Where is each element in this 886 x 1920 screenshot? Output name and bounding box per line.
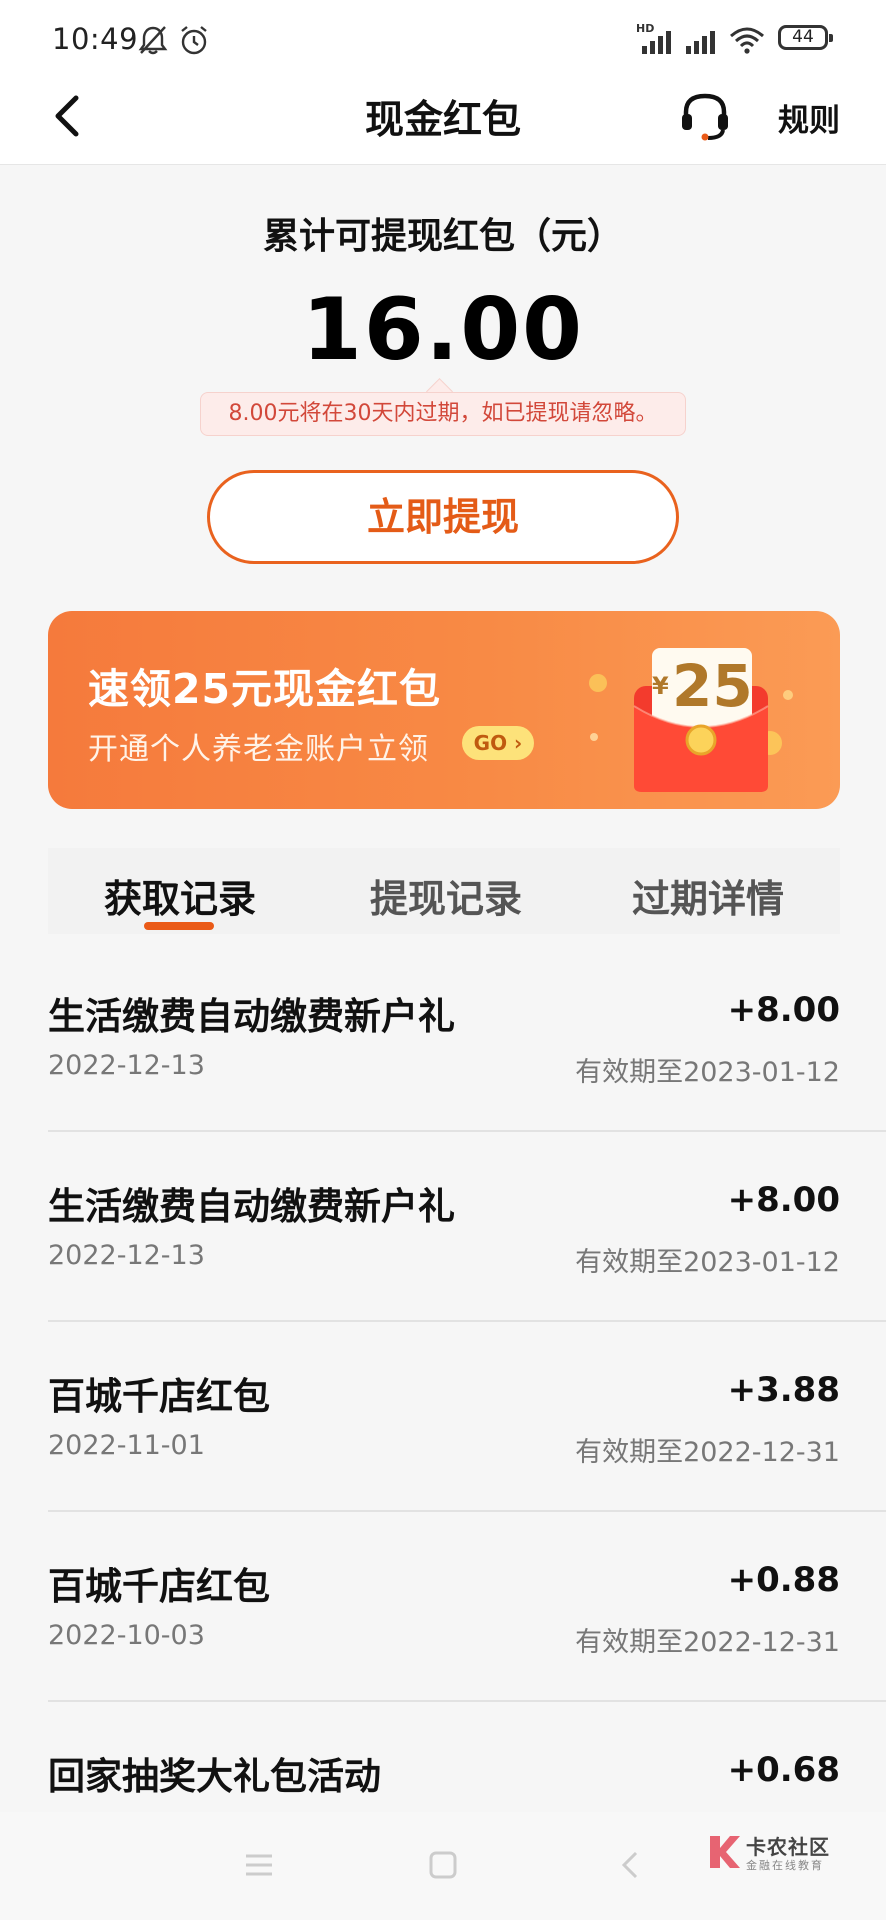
promo-subtitle: 开通个人养老金账户立领: [88, 732, 429, 767]
list-divider: [48, 1320, 886, 1322]
record-expiry: 有效期至2022-12-31: [575, 1627, 840, 1658]
watermark-tagline: 金融在线教育: [746, 1859, 824, 1872]
home-icon[interactable]: [428, 1850, 458, 1880]
balance-amount: 16.00: [301, 280, 585, 380]
tab-withdraw-records[interactable]: 提现记录: [370, 868, 522, 923]
go-button[interactable]: GO ›: [462, 726, 534, 760]
alarm-icon: [181, 26, 207, 55]
nav-back-icon[interactable]: [618, 1850, 642, 1880]
record-amount: +8.00: [727, 1180, 840, 1220]
record-title: 百城千店红包: [48, 1375, 270, 1418]
record-amount: +3.88: [727, 1370, 840, 1410]
record-date: 2022-10-03: [48, 1620, 205, 1651]
wifi-icon: [730, 27, 764, 54]
status-time: 10:49: [52, 22, 139, 56]
kanong-logo-icon: [710, 1836, 740, 1868]
menu-icon[interactable]: [244, 1852, 274, 1878]
list-divider: [48, 1700, 886, 1702]
record-expiry: 有效期至2022-12-31: [575, 1437, 840, 1468]
active-tab-indicator: [144, 922, 214, 930]
record-expiry: 有效期至2023-01-12: [575, 1247, 840, 1278]
record-amount: +0.88: [727, 1560, 840, 1600]
page-title: 现金红包: [364, 98, 521, 143]
promo-title: 速领25元现金红包: [88, 665, 442, 713]
signal-icon: [642, 31, 671, 54]
withdraw-button[interactable]: 立即提现: [207, 470, 679, 564]
expiry-notice: 8.00元将在30天内过期，如已提现请忽略。: [200, 392, 686, 436]
list-divider: [48, 1510, 886, 1512]
tab-expired-details[interactable]: 过期详情: [632, 868, 784, 923]
battery-indicator: 44: [778, 25, 833, 50]
bell-off-icon: [138, 26, 168, 55]
customer-service-icon[interactable]: [678, 90, 732, 142]
record-title: 生活缴费自动缴费新户礼: [48, 995, 455, 1038]
record-date: 2022-12-13: [48, 1050, 205, 1081]
tab-acquired-records[interactable]: 获取记录: [104, 868, 256, 923]
balance-label: 累计可提现红包（元）: [262, 216, 623, 257]
signal-icon-2: [686, 31, 715, 54]
record-title: 生活缴费自动缴费新户礼: [48, 1185, 455, 1228]
record-title: 百城千店红包: [48, 1565, 270, 1608]
watermark-name: 卡农社区: [746, 1835, 830, 1859]
record-title: 回家抽奖大礼包活动: [48, 1755, 381, 1798]
go-label: GO: [473, 731, 508, 755]
record-date: 2022-12-13: [48, 1240, 205, 1271]
rules-link[interactable]: 规则: [778, 95, 840, 140]
record-amount: +8.00: [727, 990, 840, 1030]
record-expiry: 有效期至2023-01-12: [575, 1057, 840, 1088]
record-date: 2022-11-01: [48, 1430, 205, 1461]
envelope-currency: ¥: [652, 672, 669, 700]
record-amount: +0.68: [727, 1750, 840, 1790]
list-divider: [48, 1130, 886, 1132]
envelope-amount: 25: [672, 652, 753, 720]
